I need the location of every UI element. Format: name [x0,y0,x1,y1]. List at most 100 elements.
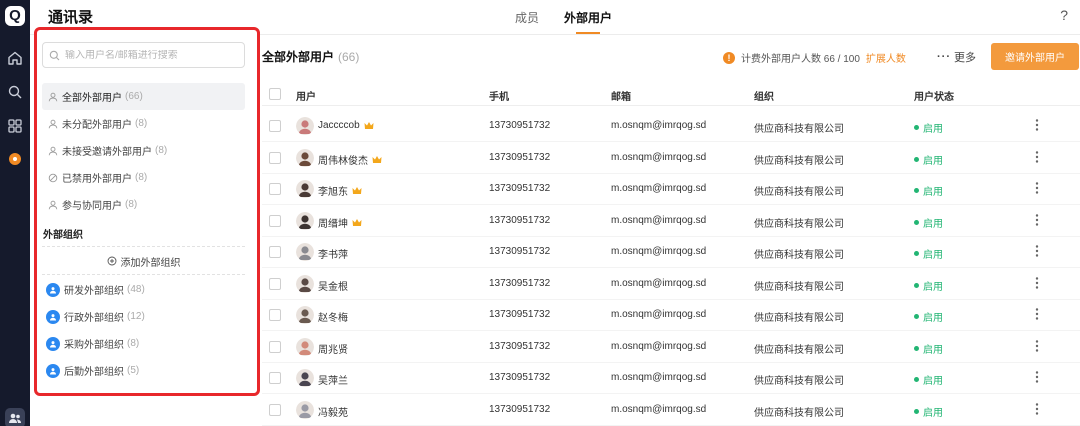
list-title: 全部外部用户 (66) [262,48,359,65]
row-checkbox[interactable] [269,214,281,227]
expand-quota-link[interactable]: 扩展人数 [866,50,906,65]
search-box[interactable] [42,42,245,68]
row-actions-icon[interactable] [1035,402,1041,418]
table-row[interactable]: 赵冬梅 13730951732 m.osnqm@imrqog.sd 供应商科技有限公司… [262,300,1080,331]
sidebar-org-admin[interactable]: 行政外部组织 (12) [42,303,245,330]
search-icon[interactable] [7,84,23,100]
table-row[interactable]: 吴金根 13730951732 m.osnqm@imrqog.sd 供应商科技有限公司… [262,269,1080,300]
invite-external-user-button[interactable]: 邀请外部用户 [991,43,1079,70]
row-actions-icon[interactable] [1035,276,1041,292]
row-actions-icon[interactable] [1035,150,1041,166]
user-name: 赵冬梅 [318,313,348,324]
row-checkbox[interactable] [269,183,281,195]
org-cell: 供应商科技有限公司 [754,155,844,167]
status-dot [914,314,919,319]
email-cell: m.osnqm@imrqog.sd [611,340,707,352]
table-row[interactable]: Jaccccob 13730951732 m.osnqm@imrqog.sd 供应商科… [262,111,1080,142]
user-icon [48,119,58,128]
crown-icon [352,218,362,226]
row-actions-icon[interactable] [1035,213,1041,229]
row-checkbox[interactable] [269,151,281,164]
tab-members[interactable]: 成员 [515,9,539,26]
add-org-button[interactable]: 添加外部组织 [42,250,245,272]
sidebar-item-disabled[interactable]: 已禁用外部用户 (8) [42,164,245,191]
user-name-cell: 李旭东 [318,183,362,198]
user-name-cell: 周伟林俊杰 [318,152,382,167]
row-checkbox[interactable] [269,403,281,416]
divider [42,246,245,247]
sidebar-org-logistics[interactable]: 后勤外部组织 (5) [42,357,245,384]
row-checkbox[interactable] [269,372,281,384]
table-row[interactable]: 周伟林俊杰 13730951732 m.osnqm@imrqog.sd 供应商科技有限… [262,143,1080,174]
status-dot [914,377,919,382]
avatar [296,369,314,387]
row-actions-icon[interactable] [1035,339,1041,355]
status-text: 启用 [923,250,943,261]
status-badge: 启用 [914,278,943,293]
table-row[interactable]: 李旭东 13730951732 m.osnqm@imrqog.sd 供应商科技有限公司… [262,174,1080,205]
org-label: 研发外部组织 [64,286,124,297]
app-logo[interactable]: Q [5,6,25,26]
row-checkbox[interactable] [269,277,281,290]
avatar [296,180,314,198]
user-name: 吴萍兰 [318,376,348,387]
row-checkbox[interactable] [269,309,281,321]
email-cell: m.osnqm@imrqog.sd [611,372,707,383]
tab-external-users[interactable]: 外部用户 [564,9,612,26]
help-icon[interactable]: ? [1060,7,1068,23]
row-checkbox[interactable] [269,246,281,258]
user-name: 冯毅苑 [318,407,348,419]
email-cell: m.osnqm@imrqog.sd [611,214,707,226]
avatar [296,211,314,230]
table-row[interactable]: 周缙坤 13730951732 m.osnqm@imrqog.sd 供应商科技有限公司… [262,206,1080,237]
quota-info: ! 计费外部用户人数 66 / 100 扩展人数 [723,50,906,65]
table-header: 用户 手机 邮箱 组织 用户状态 [262,82,1080,106]
row-actions-icon[interactable] [1035,181,1041,197]
sidebar-org-purchasing[interactable]: 采购外部组织 (8) [42,330,245,357]
status-badge: 启用 [914,152,943,167]
status-text: 启用 [923,187,943,198]
row-checkbox[interactable] [269,340,281,353]
row-actions-icon[interactable] [1035,118,1041,134]
email-cell: m.osnqm@imrqog.sd [611,309,707,320]
sidebar-item-collaborators[interactable]: 参与协同用户 (8) [42,191,245,218]
sidebar-org-rd[interactable]: 研发外部组织 (48) [42,276,245,303]
avatar [296,400,314,419]
warning-icon: ! [723,51,735,64]
user-name: 周伟林俊杰 [318,155,368,167]
sidebar-item-unassigned[interactable]: 未分配外部用户 (8) [42,110,245,137]
crown-icon [364,122,374,129]
row-checkbox[interactable] [269,120,281,132]
table-row[interactable]: 冯毅苑 13730951732 m.osnqm@imrqog.sd 供应商科技有限公司… [262,395,1080,426]
user-name-cell: 吴萍兰 [318,372,348,387]
status-text: 启用 [923,218,943,230]
table-row[interactable]: 李书萍 13730951732 m.osnqm@imrqog.sd 供应商科技有限公司… [262,237,1080,268]
apps-icon[interactable] [7,118,23,134]
user-name: 吴金根 [318,281,348,293]
more-button[interactable]: ··· 更多 [937,49,976,65]
user-name-cell: 吴金根 [318,278,348,293]
more-dots-icon: ··· [937,51,951,63]
row-actions-icon[interactable] [1035,370,1041,386]
sidebar-item-all-external-users[interactable]: 全部外部用户 (66) [42,83,245,110]
contacts-icon[interactable] [5,408,25,426]
avatar [296,274,314,293]
row-actions-icon[interactable] [1035,307,1041,323]
notification-icon[interactable] [9,153,21,165]
status-dot [914,156,919,162]
status-text: 启用 [923,344,943,356]
col-status: 用户状态 [914,92,954,103]
status-dot [914,251,919,256]
home-icon[interactable] [7,50,23,66]
col-org: 组织 [754,92,774,103]
row-actions-icon[interactable] [1035,244,1041,260]
select-all-checkbox[interactable] [269,88,281,100]
search-input[interactable] [65,49,235,61]
org-cell: 供应商科技有限公司 [754,187,844,198]
table-row[interactable]: 吴萍兰 13730951732 m.osnqm@imrqog.sd 供应商科技有限公司… [262,363,1080,394]
table-row[interactable]: 周兆贤 13730951732 m.osnqm@imrqog.sd 供应商科技有限公司… [262,332,1080,363]
avatar [296,243,314,261]
sidebar-item-not-accepted[interactable]: 未接受邀请外部用户 (8) [42,137,245,164]
org-count: (12) [127,311,145,322]
status-text: 启用 [923,313,943,324]
